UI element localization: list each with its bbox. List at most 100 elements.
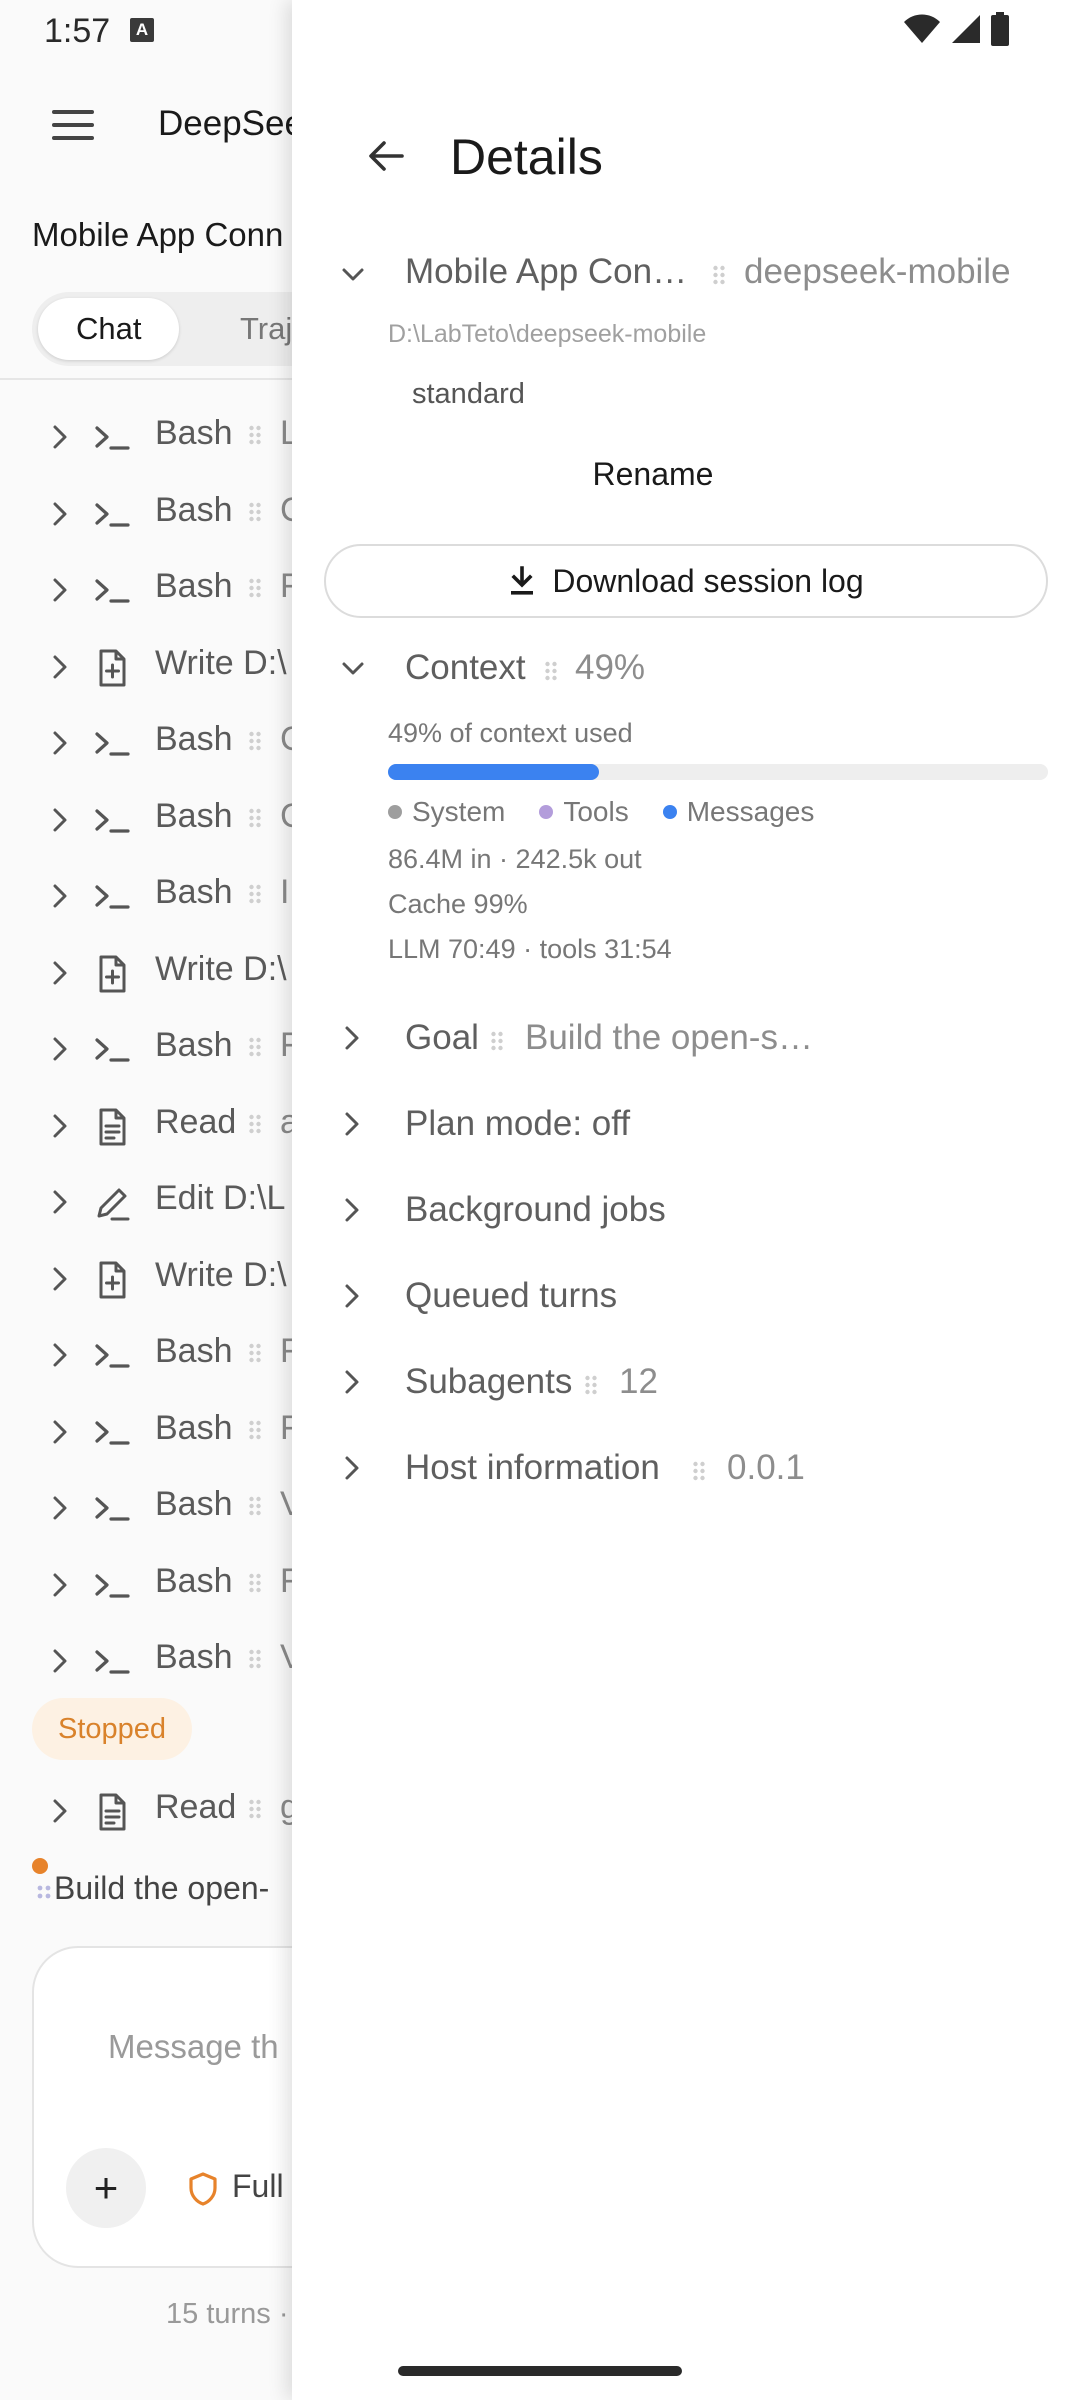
separator-dots [248, 1113, 262, 1135]
section-label: Background jobs [405, 1190, 666, 1229]
legend-dot [388, 805, 402, 819]
terminal-icon [92, 1642, 132, 1682]
tool-name: Bash [155, 873, 233, 911]
terminal-icon [92, 801, 132, 841]
separator-dots [248, 807, 262, 829]
signal-icon [952, 15, 980, 43]
tool-name: Bash [155, 1561, 233, 1600]
terminal-icon [92, 1566, 132, 1606]
chevron-right-icon [48, 499, 72, 529]
separator-dots [248, 1798, 262, 1820]
tool-name: Bash [155, 567, 233, 605]
permission-mode[interactable]: Full [232, 2168, 284, 2205]
terminal-icon [92, 724, 132, 764]
separator-dots [692, 1460, 706, 1482]
context-progress-fill [388, 764, 600, 780]
section-header-goal[interactable]: Goal Build the open-s… [292, 1008, 1080, 1068]
download-icon [511, 566, 534, 595]
chevron-right-icon [48, 575, 72, 605]
legend-label: Tools [563, 796, 629, 827]
tool-name: Bash [155, 1485, 233, 1523]
rename-button[interactable]: Rename [408, 444, 898, 504]
chevron-right-icon [48, 728, 72, 758]
tool-name: Write D:\ [155, 643, 287, 682]
tool-name: Read [155, 1788, 237, 1826]
terminal-icon [92, 1413, 132, 1453]
goal-preview[interactable]: Build the open- [32, 1870, 269, 1907]
chevron-right-icon [340, 1023, 364, 1058]
legend-label: System [412, 796, 506, 827]
chevron-right-icon [340, 1281, 364, 1316]
tool-name: Edit D:\L [155, 1179, 286, 1217]
session-tier: standard [412, 378, 525, 410]
section-header-background-jobs[interactable]: Background jobs [292, 1180, 1080, 1240]
section-header-plan-mode-off[interactable]: Plan mode: off [292, 1094, 1080, 1154]
chevron-right-icon [340, 1195, 364, 1230]
details-drawer: Details Mobile App Con… deepseek-mobile … [292, 0, 1080, 2400]
separator-dots [248, 577, 262, 599]
shield-icon[interactable] [188, 2172, 218, 2206]
home-indicator[interactable] [398, 2366, 682, 2376]
separator-dots [248, 730, 262, 752]
separator-dots [584, 1374, 598, 1396]
terminal-icon [92, 1030, 132, 1070]
chevron-right-icon [48, 1340, 72, 1370]
turn-count: 15 turns · [166, 2298, 289, 2330]
tool-name: Bash [155, 1408, 233, 1447]
goal-preview-text: Build the open- [54, 1870, 270, 1906]
clock: 1:57 [44, 12, 111, 50]
section-header-host-information[interactable]: Host information 0.0.1 [292, 1438, 1080, 1498]
download-label: Download session log [552, 562, 864, 599]
chevron-right-icon [48, 652, 72, 682]
chevron-right-icon [48, 1417, 72, 1447]
file-text-icon [92, 1107, 132, 1147]
separator-dots [248, 1648, 262, 1670]
chevron-right-icon [48, 1796, 72, 1826]
chevron-right-icon [48, 958, 72, 988]
section-label: Subagents [405, 1362, 573, 1401]
token-usage: 86.4M in · 242.5k out [388, 844, 642, 874]
timing-usage: LLM 70:49 · tools 31:54 [388, 934, 672, 964]
download-session-log-button[interactable]: Download session log [324, 544, 1048, 618]
tool-name: Bash [155, 796, 233, 835]
chevron-right-icon [48, 1570, 72, 1600]
tool-name: Bash [155, 1332, 233, 1370]
file-plus-icon [92, 648, 132, 688]
pencil-icon [92, 1183, 132, 1223]
chevron-right-icon [48, 422, 72, 452]
terminal-icon [92, 495, 132, 535]
session-project: deepseek-mobile [744, 252, 1011, 291]
attach-button[interactable]: + [66, 2148, 146, 2228]
legend-label: Messages [686, 796, 815, 827]
chevron-right-icon [340, 1453, 364, 1488]
tab-chat[interactable]: Chat [38, 298, 180, 360]
section-label: Queued turns [405, 1276, 618, 1315]
separator-dots [248, 424, 262, 446]
file-plus-icon [92, 1260, 132, 1300]
tool-name: Bash [155, 1638, 233, 1676]
chevron-right-icon [48, 1646, 72, 1676]
legend-item: Messages [662, 796, 815, 828]
file-plus-icon [92, 954, 132, 994]
section-header-subagents[interactable]: Subagents 12 [292, 1352, 1080, 1412]
section-header-queued-turns[interactable]: Queued turns [292, 1266, 1080, 1326]
message-input[interactable]: Message th [108, 2028, 279, 2066]
chevron-right-icon [48, 1493, 72, 1523]
terminal-icon [92, 877, 132, 917]
session-path: D:\LabTeto\deepseek-mobile [388, 320, 707, 348]
separator-dots [248, 1495, 262, 1517]
section-value: 12 [619, 1362, 658, 1401]
terminal-icon [92, 571, 132, 611]
chevron-right-icon [48, 881, 72, 911]
back-arrow-icon[interactable] [364, 134, 408, 178]
section-label: Plan mode: off [405, 1104, 631, 1143]
chevron-down-icon [342, 662, 364, 675]
session-name: Mobile App Con… [405, 252, 688, 291]
legend-dot [539, 805, 554, 819]
separator-dots [248, 883, 262, 905]
section-value: Build the open-s… [525, 1018, 813, 1057]
wifi-icon [904, 14, 940, 43]
chevron-down-icon [342, 268, 364, 281]
notification-icon: A [130, 18, 154, 42]
menu-icon[interactable] [52, 110, 94, 142]
